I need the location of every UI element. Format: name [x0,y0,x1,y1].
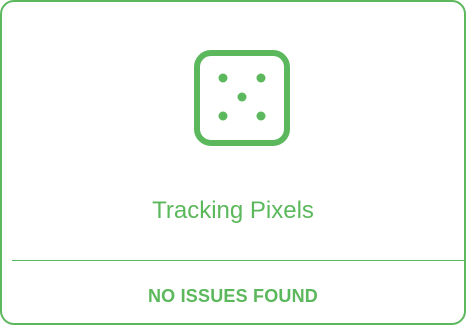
dice-five-icon [194,50,290,146]
status-label: NO ISSUES FOUND [147,286,319,306]
card-title: Tracking Pixels [152,197,314,224]
tracking-pixels-card[interactable]: Tracking Pixels NO ISSUES FOUND [0,0,466,325]
card-divider [12,260,464,261]
